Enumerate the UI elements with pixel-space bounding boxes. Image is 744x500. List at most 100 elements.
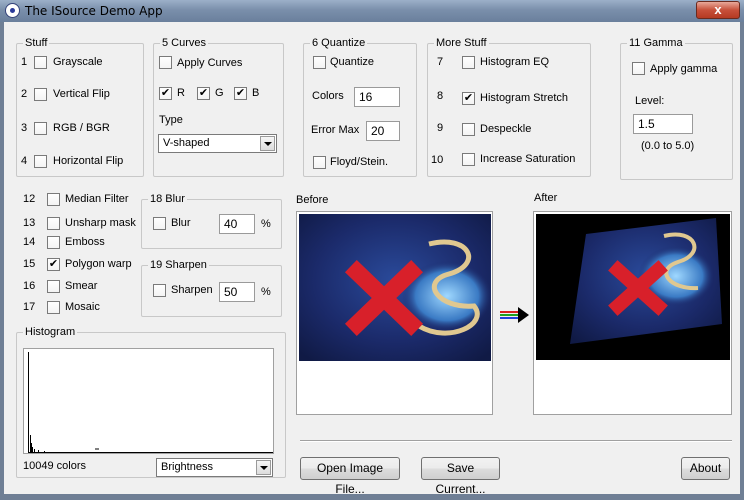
blur-percent-label: % [261,218,271,230]
polygon-warp-checkbox[interactable]: ✔ [47,258,60,271]
curves-b-label: B [252,87,260,99]
increase-saturation-checkbox[interactable] [462,153,475,166]
blur-checkbox[interactable] [153,217,166,230]
after-label: After [534,192,558,204]
curves-type-label: Type [159,114,183,126]
more-num-7: 7 [437,56,444,68]
curves-type-value: V-shaped [163,137,210,149]
before-panel [296,211,493,415]
despeckle-checkbox[interactable] [462,123,475,136]
stuff-num-4: 4 [21,155,28,167]
floyd-stein-label: Floyd/Stein. [330,156,389,168]
sharpen-label: Sharpen [171,284,213,296]
apply-curves-label: Apply Curves [177,57,243,69]
histogram-colors-count: 10049 colors [23,460,86,472]
more-stuff-legend: More Stuff [434,37,489,49]
blur-label: Blur [171,217,191,229]
vertical-flip-label: Vertical Flip [53,88,110,100]
histogram-eq-label: Histogram EQ [480,56,550,68]
increase-saturation-label: Increase Saturation [480,153,576,165]
gamma-level-input[interactable]: 1.5 [633,114,693,134]
curves-legend: 5 Curves [160,37,209,49]
median-filter-checkbox[interactable] [47,193,60,206]
filter-num-12: 12 [23,193,36,205]
curves-b-checkbox[interactable]: ✔ [234,87,247,100]
filter-num-15: 15 [23,258,36,270]
despeckle-label: Despeckle [480,123,532,135]
sharpen-percent-label: % [261,286,271,298]
apply-gamma-label: Apply gamma [650,63,718,75]
polygon-warp-label: Polygon warp [65,258,132,270]
colors-input[interactable]: 16 [354,87,400,107]
save-current-button[interactable]: Save Current... [421,457,500,496]
floyd-stein-checkbox[interactable] [313,156,326,169]
curves-type-select[interactable]: V-shaped [158,134,277,153]
curves-g-label: G [215,87,224,99]
unsharp-mask-checkbox[interactable] [47,217,60,230]
stuff-num-1: 1 [21,56,28,68]
error-max-label: Error Max [311,124,360,136]
title-bar: The ISource Demo App x [0,0,744,22]
about-button[interactable]: About [681,457,730,480]
smear-label: Smear [65,280,98,292]
stuff-num-2: 2 [21,88,28,100]
chevron-down-icon[interactable] [256,460,271,475]
histogram-eq-checkbox[interactable] [462,56,475,69]
curves-g-checkbox[interactable]: ✔ [197,87,210,100]
blur-amount-input[interactable]: 40 [219,214,255,234]
stuff-legend: Stuff [23,37,50,49]
mosaic-label: Mosaic [65,301,100,313]
blur-legend: 18 Blur [148,193,187,205]
rgb-bgr-checkbox[interactable] [34,122,47,135]
filter-num-13: 13 [23,217,36,229]
more-num-8: 8 [437,90,444,102]
sharpen-amount-input[interactable]: 50 [219,282,255,302]
after-image [536,214,730,360]
histogram-channel-value: Brightness [161,461,213,473]
grayscale-checkbox[interactable] [34,56,47,69]
separator [300,440,732,442]
more-num-10: 10 [431,154,444,166]
before-image [299,214,491,361]
curves-r-label: R [177,87,185,99]
histogram-plot [23,348,274,454]
close-button[interactable]: x [696,1,740,19]
more-num-9: 9 [437,122,444,134]
smear-checkbox[interactable] [47,280,60,293]
open-image-button[interactable]: Open Image File... [300,457,400,496]
emboss-checkbox[interactable] [47,236,60,249]
horizontal-flip-label: Horizontal Flip [53,155,124,167]
histogram-stretch-label: Histogram Stretch [480,92,569,104]
quantize-checkbox[interactable] [313,56,326,69]
histogram-legend: Histogram [23,326,78,338]
quantize-legend: 6 Quantize [310,37,368,49]
curves-r-checkbox[interactable]: ✔ [159,87,172,100]
grayscale-label: Grayscale [53,56,103,68]
app-icon[interactable] [5,3,20,18]
sharpen-checkbox[interactable] [153,284,166,297]
error-max-input[interactable]: 20 [366,121,400,141]
apply-gamma-checkbox[interactable] [632,62,645,75]
emboss-label: Emboss [65,236,105,248]
quantize-label: Quantize [330,56,375,68]
histogram-channel-select[interactable]: Brightness [156,458,273,477]
gamma-level-label: Level: [635,95,665,107]
histogram-graph [28,352,273,453]
sharpen-legend: 19 Sharpen [148,259,209,271]
mosaic-checkbox[interactable] [47,301,60,314]
vertical-flip-checkbox[interactable] [34,88,47,101]
filter-num-16: 16 [23,280,36,292]
median-filter-label: Median Filter [65,193,129,205]
unsharp-mask-label: Unsharp mask [65,217,136,229]
stuff-num-3: 3 [21,122,28,134]
rgb-bgr-label: RGB / BGR [53,122,110,134]
histogram-stretch-checkbox[interactable]: ✔ [462,92,475,105]
apply-curves-checkbox[interactable] [159,56,172,69]
client-area: Stuff 1 Grayscale 2 Vertical Flip 3 RGB … [4,22,740,496]
chevron-down-icon[interactable] [260,136,275,151]
filter-num-14: 14 [23,236,36,248]
horizontal-flip-checkbox[interactable] [34,155,47,168]
gamma-range-label: (0.0 to 5.0) [641,140,695,152]
before-label: Before [296,194,329,206]
window-title: The ISource Demo App [25,4,163,18]
